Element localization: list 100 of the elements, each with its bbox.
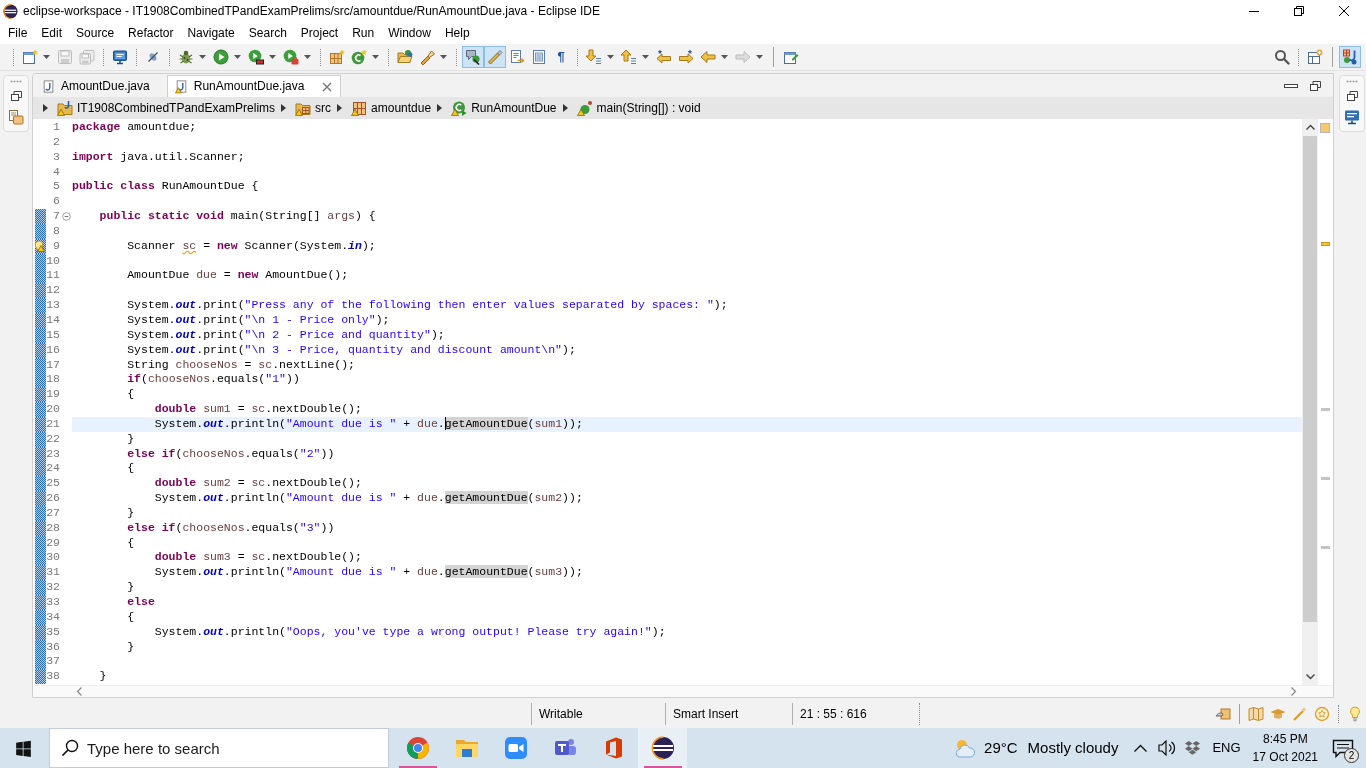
line-number: 23 — [46, 446, 60, 462]
line-number: 21 — [46, 416, 60, 432]
breadcrumb-item[interactable]: RunAmountDue — [449, 100, 559, 116]
temperature[interactable]: 29°C — [984, 739, 1018, 757]
star-circle-icon[interactable] — [1314, 706, 1330, 722]
restore-icon[interactable] — [1293, 6, 1304, 16]
flashlight-icon — [419, 49, 435, 65]
document-lines-icon — [531, 49, 547, 65]
breadcrumb-arrow-icon[interactable] — [337, 104, 343, 112]
new-window-icon — [22, 49, 38, 65]
windows-logo-icon[interactable] — [15, 739, 32, 757]
monitor-icon[interactable] — [1344, 109, 1360, 125]
notification-icon[interactable] — [1332, 737, 1354, 759]
breadcrumb-arrow-icon[interactable] — [281, 104, 287, 112]
restore-icon[interactable] — [10, 91, 22, 101]
occurrence-marker[interactable] — [1321, 407, 1330, 411]
line-number: 17 — [46, 357, 60, 373]
drag-handle-icon[interactable] — [1346, 80, 1358, 83]
editor-tab[interactable]: AmountDue.java — [34, 75, 163, 97]
menu-item[interactable]: Refactor — [121, 25, 181, 41]
restore-icon[interactable] — [1346, 91, 1358, 101]
chevron-up-icon[interactable] — [1134, 744, 1148, 752]
code-line: { — [127, 461, 135, 475]
map-icon[interactable] — [1248, 706, 1264, 722]
dropbox-icon[interactable] — [1184, 740, 1202, 756]
weather-condition[interactable]: Mostly cloudy — [1027, 739, 1119, 757]
scroll-right-icon[interactable] — [1291, 687, 1297, 696]
hand-card-icon[interactable] — [1215, 706, 1231, 722]
video-call-icon — [503, 736, 528, 760]
fold-icon[interactable] — [61, 212, 71, 221]
caret-icon[interactable] — [304, 55, 311, 59]
code-line: System.out.println("Amount due is " + due.getAmountDue(sum2)); — [154, 491, 583, 505]
code-line: { — [127, 387, 135, 401]
caret-icon[interactable] — [43, 55, 50, 59]
clock-date[interactable]: 17 Oct 2021 — [1252, 748, 1318, 766]
code-line: double sum3 = sc.nextDouble(); — [154, 550, 362, 564]
caret-icon[interactable] — [756, 55, 763, 59]
toolbar-button[interactable] — [462, 46, 484, 68]
taskbar-button[interactable] — [638, 728, 687, 768]
menu-item[interactable]: Search — [241, 25, 294, 41]
menu-item[interactable]: Source — [69, 25, 122, 41]
menu-item[interactable]: Help — [437, 25, 477, 41]
line-number: 29 — [46, 535, 60, 551]
scroll-left-icon[interactable] — [76, 687, 82, 696]
scroll-up-icon[interactable] — [1305, 124, 1315, 130]
menu-item[interactable]: Project — [293, 25, 346, 41]
caret-icon[interactable] — [199, 55, 206, 59]
toolbar-button[interactable] — [210, 46, 232, 68]
scrollbar-thumb[interactable] — [1303, 136, 1317, 622]
line-number: 1 — [52, 120, 60, 135]
menu-item[interactable]: Edit — [34, 25, 70, 41]
code-line: else — [127, 595, 155, 608]
window-plus-icon — [1307, 49, 1323, 65]
search-field[interactable]: Type here to search — [49, 728, 389, 768]
caret-icon[interactable] — [372, 55, 379, 59]
vertical-scrollbar[interactable] — [1302, 119, 1318, 685]
files-icon[interactable] — [8, 109, 24, 125]
breadcrumb-item[interactable]: main(String[]) : void — [574, 100, 703, 116]
code-line: System.out.print("\n 1 - Price only"); — [127, 312, 390, 326]
restore-icon[interactable] — [1310, 80, 1321, 91]
editor-tab[interactable]: RunAmountDue.java — [166, 75, 342, 97]
caret-icon[interactable] — [440, 55, 447, 59]
line-number: 7 — [52, 209, 60, 224]
close-icon[interactable] — [1338, 6, 1349, 16]
line-number: 30 — [46, 550, 60, 566]
star-arrow-left-icon — [656, 49, 672, 65]
arrow-right-icon — [735, 49, 751, 65]
caret-icon[interactable] — [234, 55, 241, 59]
menu-item[interactable]: Navigate — [180, 25, 242, 41]
occurrence-marker[interactable] — [1321, 546, 1330, 550]
drag-handle-icon[interactable] — [10, 80, 22, 83]
warning-marker[interactable] — [1321, 241, 1330, 246]
breadcrumb-arrow-icon[interactable] — [43, 104, 48, 112]
breadcrumb-item[interactable]: IT1908CombinedTPandExamPrelims — [55, 100, 278, 116]
occurrence-marker[interactable] — [1321, 477, 1330, 481]
toolbar-button[interactable]: ¶ — [550, 46, 572, 68]
caret-icon[interactable] — [607, 55, 614, 59]
language-indicator[interactable]: ENG — [1212, 740, 1241, 756]
breadcrumb-arrow-icon[interactable] — [437, 104, 443, 112]
line-number: 32 — [46, 580, 60, 595]
toolbar-button[interactable] — [1339, 46, 1361, 68]
breadcrumb-item[interactable]: amountdue — [349, 100, 434, 116]
floppy-disks-icon — [79, 49, 95, 65]
menu-item[interactable]: File — [1, 25, 35, 41]
clock-time[interactable]: 8:45 PM — [1262, 730, 1308, 748]
breadcrumb-item[interactable]: src — [293, 100, 334, 116]
line-number: 11 — [46, 268, 60, 284]
line-number: 13 — [46, 298, 60, 313]
caret-icon[interactable] — [269, 55, 276, 59]
menu-item[interactable]: Window — [381, 25, 438, 41]
line-number: 5 — [52, 179, 60, 195]
code-line: { — [127, 609, 135, 623]
perspective-icon — [1342, 49, 1358, 65]
caret-icon[interactable] — [642, 55, 649, 59]
scroll-down-icon[interactable] — [1305, 674, 1315, 680]
caret-icon[interactable] — [721, 55, 728, 59]
breadcrumb-arrow-icon[interactable] — [562, 104, 568, 112]
speaker-icon[interactable] — [1158, 740, 1177, 756]
menu-item[interactable]: Run — [345, 25, 382, 41]
code-line: else if(chooseNos.equals("2")) — [127, 446, 335, 460]
